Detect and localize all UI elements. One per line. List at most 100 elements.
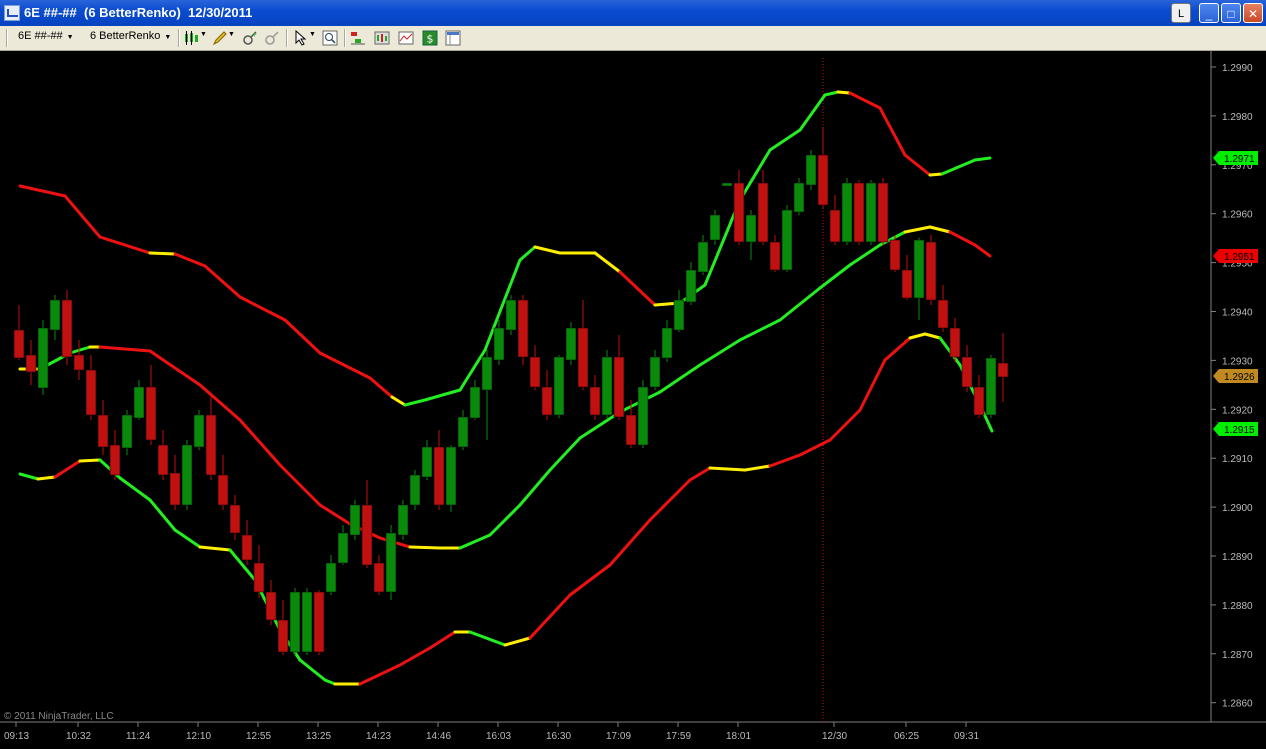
up-candle: [289, 588, 301, 655]
zoom-in-icon[interactable]: +: [242, 30, 258, 46]
bar-style-icon[interactable]: [184, 30, 200, 46]
up-candle: [781, 205, 793, 272]
chart-window-icon: [4, 5, 20, 21]
candle-body: [157, 444, 169, 476]
minimize-button[interactable]: _: [1199, 3, 1219, 23]
chart-background: [0, 51, 1266, 749]
up-candle: [565, 322, 577, 365]
time-tick-label: 06:25: [894, 731, 919, 742]
up-candle: [349, 500, 361, 540]
candle-body: [661, 327, 673, 359]
candle-body: [25, 354, 37, 373]
price-tick-label: 1.2930: [1222, 356, 1253, 367]
candle-body: [121, 414, 133, 449]
up-candle: [985, 355, 997, 418]
bar-type-selector[interactable]: 6 BetterRenko ▼: [90, 30, 171, 42]
candle-body: [457, 416, 469, 448]
candle-body: [181, 444, 193, 506]
drawing-pencil-icon[interactable]: [212, 30, 228, 46]
candle-body: [253, 562, 265, 593]
band-segment: [78, 458, 102, 463]
price-marker: 1.2951: [1213, 249, 1258, 263]
candle-body: [373, 562, 385, 593]
candle-body: [13, 329, 25, 359]
copyright-text: © 2011 NinjaTrader, LLC: [4, 711, 114, 722]
candle-body: [289, 591, 301, 653]
up-candle: [637, 380, 649, 448]
price-marker: 1.2926: [1213, 369, 1258, 383]
price-tick-label: 1.2890: [1222, 552, 1253, 563]
candle-body: [817, 154, 829, 206]
close-button[interactable]: ✕: [1243, 3, 1263, 23]
price-tick-label: 1.2880: [1222, 601, 1253, 612]
down-candle: [889, 235, 901, 272]
candle-body: [277, 619, 289, 653]
candle-body: [301, 591, 313, 653]
band-segment: [836, 90, 852, 95]
bar-style-dropdown-icon[interactable]: ▼: [200, 31, 207, 38]
indicators-icon[interactable]: [350, 30, 366, 46]
price-marker-value: 1.2926: [1224, 372, 1255, 383]
candle-body: [949, 327, 961, 358]
zoom-out-icon[interactable]: [264, 30, 280, 46]
up-candle: [793, 178, 805, 215]
toolbar-separator: [286, 29, 288, 47]
candle-body: [601, 356, 613, 416]
band-segment: [928, 172, 944, 177]
candle-body: [217, 474, 229, 506]
band-segment: [36, 475, 57, 481]
candle-body: [997, 362, 1009, 378]
candle-body: [481, 356, 493, 391]
price-tick-label: 1.2910: [1222, 454, 1253, 465]
band-segment: [708, 466, 747, 472]
time-tick-label: 18:01: [726, 731, 751, 742]
up-candle: [865, 180, 877, 245]
data-box-icon[interactable]: [445, 30, 461, 46]
candle-body: [133, 386, 145, 419]
candle-body: [877, 182, 889, 243]
candle-body: [61, 299, 73, 358]
window-titlebar: 6E ##-## (6 BetterRenko) 12/30/2011 L _ …: [0, 0, 1266, 26]
time-tick-label: 17:09: [606, 731, 631, 742]
candle-body: [421, 446, 433, 478]
candle-body: [325, 562, 337, 593]
candle-body: [853, 182, 865, 243]
maximize-button[interactable]: □: [1221, 3, 1241, 23]
candle-body: [925, 241, 937, 301]
up-candle: [709, 210, 721, 245]
candle-body: [745, 214, 757, 243]
price-chart[interactable]: 1.29901.29801.29701.29601.29501.29401.29…: [0, 51, 1266, 749]
price-marker-value: 1.2915: [1224, 425, 1255, 436]
candle-body: [793, 182, 805, 213]
up-candle: [721, 182, 733, 187]
band-segment: [148, 251, 177, 256]
chart-properties-icon[interactable]: [398, 30, 414, 46]
find-icon[interactable]: [322, 30, 338, 46]
drawing-dropdown-icon[interactable]: ▼: [228, 31, 235, 38]
dollar-icon[interactable]: $: [422, 30, 438, 46]
candle-body: [685, 269, 697, 303]
candle-body: [169, 472, 181, 506]
chart-toolbar: 6E ##-## ▼ 6 BetterRenko ▼ ▼ ▼ + ▼ $: [0, 26, 1266, 51]
cursor-dropdown-icon[interactable]: ▼: [309, 31, 316, 38]
strategies-icon[interactable]: [374, 30, 390, 46]
candle-body: [985, 357, 997, 416]
instrument-selector[interactable]: 6E ##-## ▼: [18, 30, 74, 42]
candle-body: [865, 182, 877, 243]
down-candle: [313, 590, 325, 655]
candle-body: [913, 239, 925, 299]
candle-body: [937, 299, 949, 329]
candle-body: [241, 534, 253, 561]
candle-body: [469, 386, 481, 419]
candle-body: [529, 356, 541, 388]
link-button[interactable]: L: [1171, 3, 1191, 23]
candle-body: [649, 356, 661, 388]
up-candle: [301, 588, 313, 655]
cursor-icon[interactable]: [293, 30, 309, 46]
candle-body: [97, 414, 109, 448]
down-candle: [925, 235, 937, 305]
toolbar-separator: [178, 29, 180, 47]
candle-body: [517, 299, 529, 358]
time-tick-label: 16:30: [546, 731, 571, 742]
time-tick-label: 14:23: [366, 731, 391, 742]
